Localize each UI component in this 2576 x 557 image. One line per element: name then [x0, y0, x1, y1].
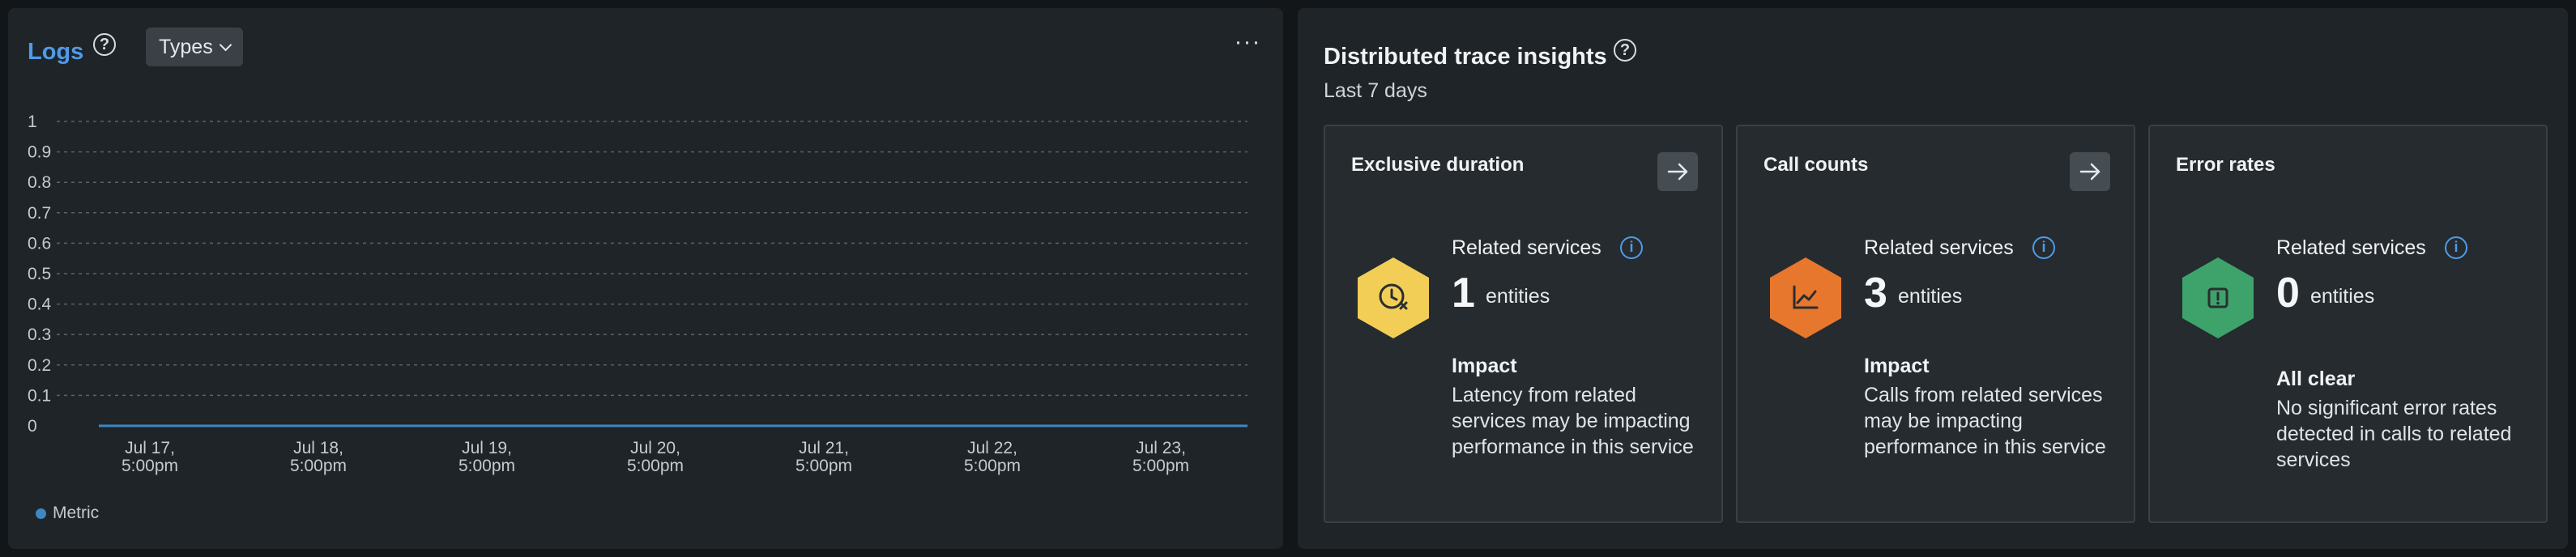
x-tick-label: 5:00pm — [627, 457, 684, 475]
x-tick-label: 5:00pm — [122, 457, 178, 475]
x-tick-label: 5:00pm — [795, 457, 852, 475]
arrow-right-icon — [2079, 163, 2100, 181]
x-tick-label: 5:00pm — [1132, 457, 1189, 475]
insight-card-call-counts: Call counts Related services i 3 entitie… — [1736, 125, 2135, 523]
entity-count-unit: entities — [1486, 285, 1550, 308]
x-tick-label: 5:00pm — [290, 457, 347, 475]
info-icon[interactable]: i — [2445, 236, 2467, 259]
trace-insights-subtitle: Last 7 days — [1324, 79, 1427, 102]
impact-text: Latency from related services may be imp… — [1452, 384, 1694, 458]
arrow-right-icon — [1667, 163, 1688, 181]
card-title: Error rates — [2176, 154, 2275, 176]
related-services-label: Related services — [2276, 236, 2426, 259]
chart-legend[interactable]: Metric — [36, 504, 99, 523]
x-tick-label: Jul 19, — [462, 439, 512, 457]
logs-panel: Logs ? Types ··· 1 0.9 0.8 0.7 0.6 0.5 0.4 0.3 0… — [8, 8, 1283, 549]
x-tick-label: 5:00pm — [458, 457, 515, 475]
legend-swatch — [36, 508, 46, 519]
insight-card-exclusive-duration: Exclusive duration Related services i 1 … — [1324, 125, 1723, 523]
entity-count: 1 — [1452, 270, 1475, 317]
y-tick-label: 0.1 — [28, 386, 51, 405]
insight-card-error-rates: Error rates Related services i 0 entitie… — [2148, 125, 2548, 523]
y-tick-label: 0.4 — [28, 296, 52, 314]
arrow-right-button[interactable] — [1657, 152, 1698, 191]
y-tick-label: 0.2 — [28, 356, 51, 375]
info-icon[interactable]: i — [2032, 236, 2055, 259]
y-tick-label: 0.8 — [28, 173, 51, 192]
x-tick-label: Jul 17, — [125, 439, 175, 457]
clock-icon — [1358, 257, 1429, 338]
x-tick-label: Jul 18, — [293, 439, 343, 457]
alert-icon — [2182, 257, 2254, 338]
logs-chart: 10.90.80.70.60.50.40.30.20.10Jul 17,5:00… — [28, 113, 1247, 475]
y-tick-label: 1 — [28, 113, 37, 131]
x-tick-label: 5:00pm — [964, 457, 1021, 475]
entity-count-unit: entities — [2310, 285, 2375, 308]
impact-title: Impact — [1864, 355, 1930, 377]
impact-text: Calls from related services may be impac… — [1864, 384, 2106, 458]
y-tick-label: 0.6 — [28, 234, 51, 253]
y-tick-label: 0.7 — [28, 204, 51, 223]
arrow-right-button[interactable] — [2070, 152, 2110, 191]
y-tick-label: 0.3 — [28, 325, 51, 344]
card-title: Exclusive duration — [1351, 154, 1525, 176]
x-tick-label: Jul 23, — [1136, 439, 1186, 457]
x-tick-label: Jul 22, — [967, 439, 1017, 457]
chart-icon — [1770, 257, 1841, 338]
legend-label: Metric — [53, 504, 100, 522]
y-tick-label: 0.9 — [28, 143, 51, 162]
x-tick-label: Jul 20, — [630, 439, 680, 457]
entity-count-unit: entities — [1898, 285, 1963, 308]
all-clear-text: No significant error rates detected in c… — [2276, 397, 2512, 471]
related-services-label: Related services — [1864, 236, 2014, 259]
y-tick-label: 0.5 — [28, 265, 51, 283]
entity-count: 3 — [1864, 270, 1887, 317]
card-title: Call counts — [1764, 154, 1869, 176]
info-icon[interactable]: i — [1620, 236, 1643, 259]
related-services-label: Related services — [1452, 236, 1601, 259]
trace-insights-panel: Distributed trace insights ? Last 7 days… — [1298, 8, 2568, 549]
impact-title: Impact — [1452, 355, 1517, 377]
y-tick-label: 0 — [28, 417, 37, 436]
all-clear-title: All clear — [2276, 368, 2356, 390]
entity-count: 0 — [2276, 270, 2300, 317]
x-tick-label: Jul 21, — [799, 439, 849, 457]
help-icon[interactable]: ? — [1614, 39, 1636, 62]
trace-insights-title: Distributed trace insights — [1324, 44, 1607, 70]
